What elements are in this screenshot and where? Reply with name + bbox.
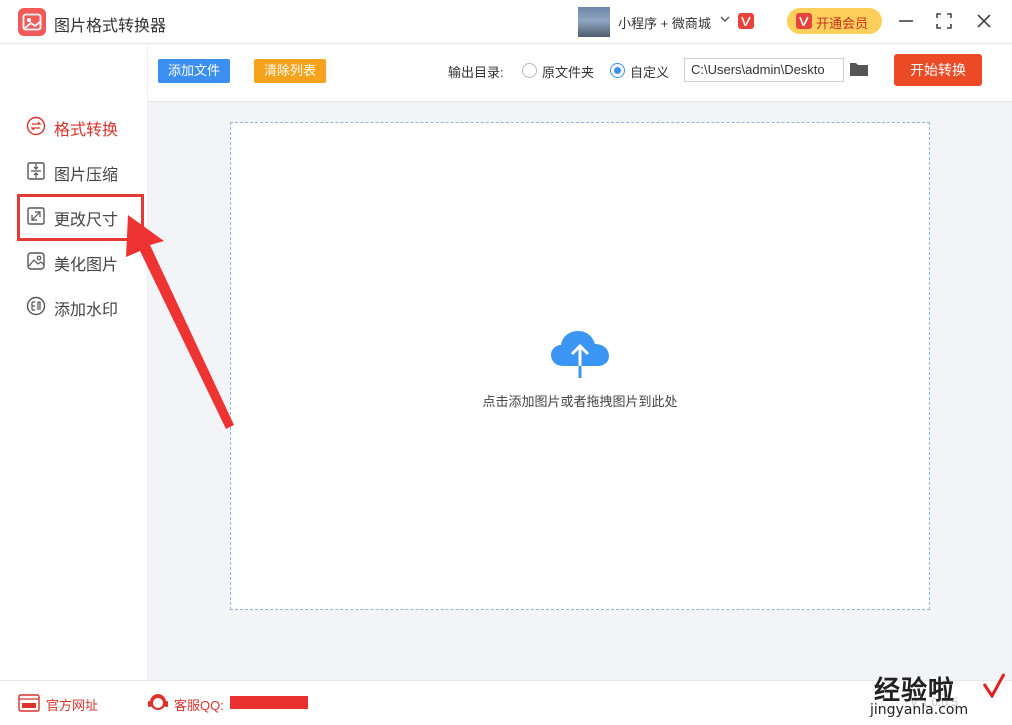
beautify-icon bbox=[27, 252, 45, 270]
vip-icon bbox=[796, 13, 812, 29]
minimize-icon[interactable] bbox=[895, 10, 917, 32]
watermark-url: jingyanla.com bbox=[870, 702, 969, 718]
toolbar: 添加文件 清除列表 输出目录: 原文件夹 自定义 C:\Users\admin\… bbox=[148, 44, 1012, 102]
maximize-icon[interactable] bbox=[933, 10, 955, 32]
open-vip-button[interactable]: 开通会员 bbox=[787, 8, 882, 34]
title-bar: 图片格式转换器 小程序 + 微商城 开通会员 bbox=[0, 0, 1012, 44]
vip-badge-icon bbox=[738, 13, 754, 29]
site-watermark: 经验啦 jingyanla.com bbox=[870, 670, 1010, 725]
mini-program-thumbnail[interactable] bbox=[578, 7, 610, 37]
main-area: 点击添加图片或者拖拽图片到此处 bbox=[148, 102, 1012, 680]
radio-custom-label: 自定义 bbox=[630, 65, 670, 80]
drop-hint-text: 点击添加图片或者拖拽图片到此处 bbox=[482, 394, 678, 409]
sidebar-item-format-convert[interactable]: 格式转换 bbox=[26, 113, 136, 139]
add-file-button[interactable]: 添加文件 bbox=[158, 59, 230, 83]
redacted-qq-number bbox=[230, 696, 308, 709]
app-title: 图片格式转换器 bbox=[54, 18, 167, 35]
start-convert-button[interactable]: 开始转换 bbox=[894, 54, 982, 86]
sidebar-item-label: 图片压缩 bbox=[54, 167, 119, 184]
sidebar-item-compress[interactable]: 图片压缩 bbox=[26, 158, 136, 184]
customer-service-qq: 客服QQ: bbox=[174, 698, 224, 713]
sidebar-item-label: 格式转换 bbox=[54, 122, 119, 139]
radio-custom-folder[interactable] bbox=[610, 63, 625, 78]
sidebar-item-label: 美化图片 bbox=[54, 257, 119, 274]
clear-list-button[interactable]: 清除列表 bbox=[254, 59, 326, 83]
image-icon bbox=[22, 13, 42, 31]
open-vip-label: 开通会员 bbox=[816, 16, 869, 31]
app-logo bbox=[18, 8, 46, 36]
footer: 官方网址 客服QQ: V 1.0.0.5 bbox=[0, 680, 1012, 725]
chevron-down-icon[interactable] bbox=[720, 14, 730, 24]
cloud-upload-icon bbox=[551, 331, 609, 378]
customer-service-icon bbox=[148, 694, 168, 710]
mini-program-link[interactable]: 小程序 + 微商城 bbox=[618, 13, 711, 32]
red-arrow-annotation bbox=[126, 215, 234, 429]
file-drop-zone[interactable]: 点击添加图片或者拖拽图片到此处 bbox=[230, 122, 930, 610]
sidebar-item-label: 添加水印 bbox=[54, 302, 119, 319]
website-icon bbox=[18, 694, 40, 712]
radio-original-label: 原文件夹 bbox=[542, 65, 595, 80]
close-icon[interactable] bbox=[973, 10, 995, 32]
compress-icon bbox=[27, 162, 45, 180]
folder-icon[interactable] bbox=[849, 61, 869, 77]
checkmark-icon bbox=[982, 673, 1006, 698]
radio-original-folder[interactable] bbox=[522, 63, 537, 78]
format-convert-icon bbox=[26, 116, 46, 136]
watermark-icon bbox=[26, 296, 46, 316]
official-site-link[interactable]: 官方网址 bbox=[46, 695, 98, 714]
output-dir-label: 输出目录: bbox=[448, 65, 504, 80]
output-path-input[interactable]: C:\Users\admin\Deskto bbox=[684, 58, 844, 82]
